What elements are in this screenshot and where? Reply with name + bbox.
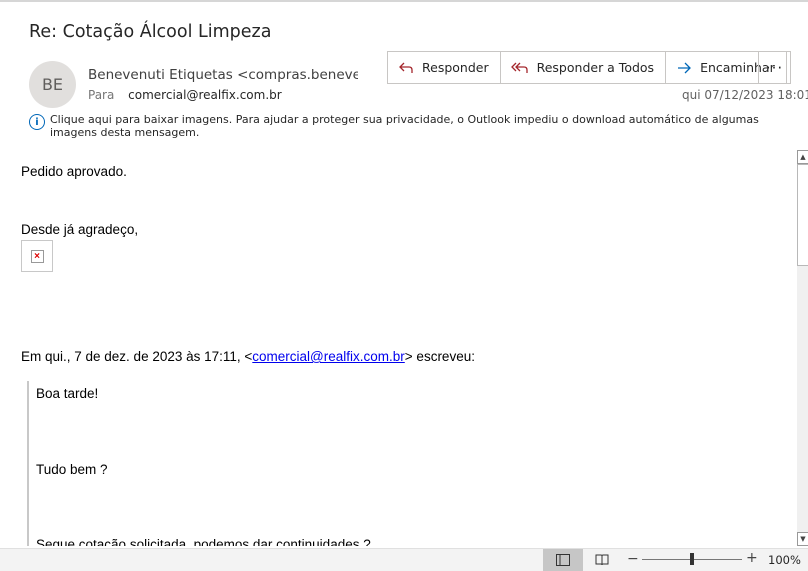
reply-all-icon: [510, 62, 528, 73]
quote-line-greeting: Boa tarde!: [36, 386, 99, 401]
quote-header: Em qui., 7 de dez. de 2023 às 17:11, <co…: [21, 349, 475, 364]
reply-label: Responder: [422, 60, 489, 75]
recipient-row: Para comercial@realfix.com.br: [88, 88, 282, 102]
zoom-in-button[interactable]: +: [746, 550, 758, 566]
scroll-up-arrow-icon[interactable]: ▲: [797, 150, 808, 164]
message-actions-toolbar: Responder Responder a Todos Encaminhar: [387, 51, 787, 84]
normal-view-icon: [556, 554, 570, 566]
to-recipient[interactable]: comercial@realfix.com.br: [128, 88, 282, 102]
quote-bar: [27, 381, 29, 546]
body-line-approved: Pedido aprovado.: [21, 164, 127, 179]
reading-view-icon: [595, 554, 609, 566]
body-line-thanks: Desde já agradeço,: [21, 222, 139, 237]
quote-header-email-link[interactable]: comercial@realfix.com.br: [252, 349, 405, 364]
email-subject: Re: Cotação Álcool Limpeza: [29, 22, 272, 42]
scroll-down-arrow-icon[interactable]: ▼: [797, 532, 808, 546]
avatar[interactable]: BE: [29, 61, 76, 108]
reply-all-button[interactable]: Responder a Todos: [501, 52, 667, 83]
image-blocked-infobar[interactable]: i Clique aqui para baixar imagens. Para …: [29, 113, 789, 139]
normal-view-button[interactable]: [543, 549, 583, 571]
status-bar: − + 100%: [0, 548, 808, 571]
info-icon: i: [29, 114, 45, 130]
zoom-slider-thumb[interactable]: [690, 553, 694, 565]
zoom-out-button[interactable]: −: [627, 551, 639, 567]
quote-header-suffix: > escreveu:: [404, 349, 475, 364]
reply-all-label: Responder a Todos: [536, 60, 655, 75]
message-body: Pedido aprovado. Desde já agradeço, × Em…: [0, 148, 795, 546]
forward-icon: [678, 62, 691, 73]
top-border: [0, 0, 808, 2]
vertical-scrollbar[interactable]: ▲ ▼: [797, 150, 808, 546]
zoom-level[interactable]: 100%: [768, 553, 801, 567]
broken-image-icon[interactable]: ×: [21, 240, 53, 272]
sent-date: qui 07/12/2023 18:01: [682, 88, 808, 102]
reply-icon: [399, 62, 413, 73]
quote-line-quotation: Segue cotação solicitada, podemos dar co…: [36, 537, 371, 546]
quote-header-prefix: Em qui., 7 de dez. de 2023 às 17:11, <: [21, 349, 253, 364]
reply-button[interactable]: Responder: [388, 52, 501, 83]
infobar-text: Clique aqui para baixar imagens. Para aj…: [50, 113, 759, 139]
quote-line-question: Tudo bem ?: [36, 462, 108, 477]
reading-view-button[interactable]: [590, 549, 614, 571]
to-label: Para: [88, 88, 115, 102]
scrollbar-thumb[interactable]: [797, 164, 808, 266]
more-actions-button[interactable]: ···: [758, 51, 791, 84]
sender-name[interactable]: Benevenuti Etiquetas <compras.benevenuti: [88, 67, 358, 83]
